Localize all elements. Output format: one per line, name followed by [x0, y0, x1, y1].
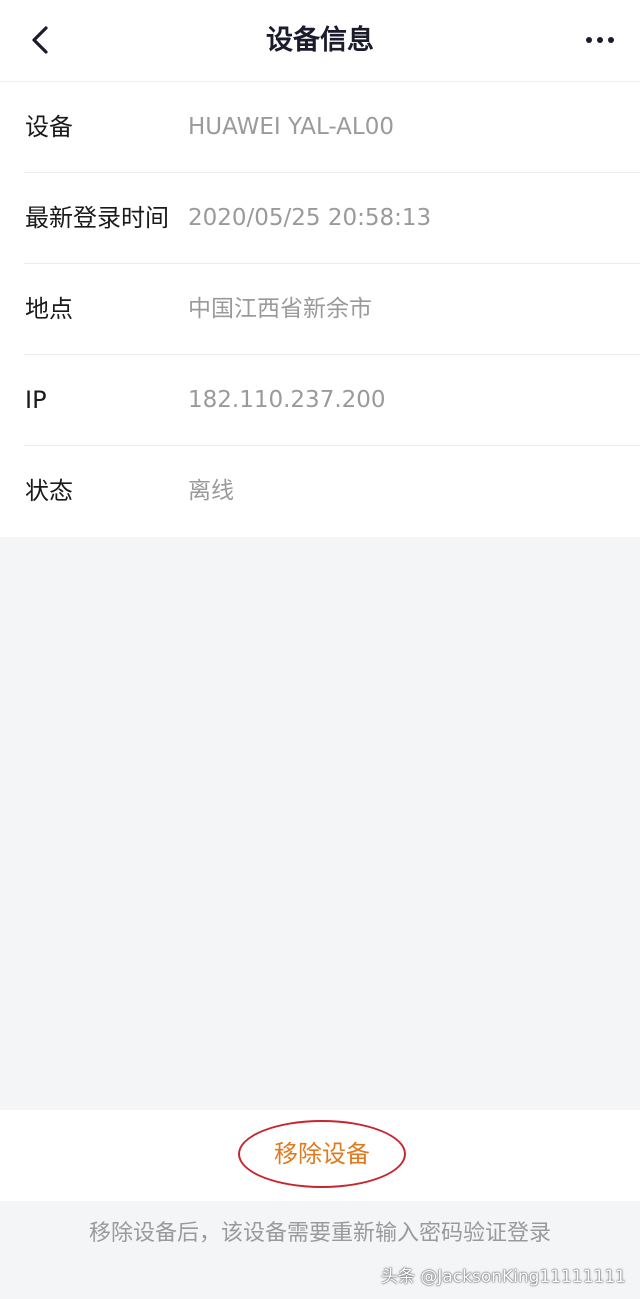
info-row-ip: IP 182.110.237.200 — [0, 355, 640, 446]
remove-device-button[interactable]: 移除设备 — [238, 1120, 406, 1188]
info-label: 设备 — [25, 113, 73, 141]
back-button[interactable] — [22, 20, 62, 60]
info-label: IP — [25, 386, 47, 414]
info-label: 最新登录时间 — [25, 204, 169, 232]
info-label: 状态 — [25, 477, 73, 505]
chevron-left-icon — [32, 26, 48, 54]
watermark: 头条 @JacksonKing11111111 — [380, 1267, 626, 1287]
top-nav-bar: 设备信息 — [0, 0, 640, 82]
info-value: 2020/05/25 20:58:13 — [188, 205, 432, 231]
info-value: 离线 — [188, 478, 234, 504]
more-options-button[interactable] — [580, 22, 620, 58]
info-value: 182.110.237.200 — [188, 387, 386, 413]
footer-note: 移除设备后，该设备需要重新输入密码验证登录 — [88, 1221, 551, 1246]
device-info-list: 设备 HUAWEI YAL-AL00 最新登录时间 2020/05/25 20:… — [0, 82, 640, 537]
action-bar: 移除设备 — [0, 1110, 640, 1201]
info-row-status: 状态 离线 — [0, 446, 640, 537]
more-horizontal-icon — [586, 37, 614, 43]
page-title: 设备信息 — [266, 25, 374, 56]
info-row-device: 设备 HUAWEI YAL-AL00 — [0, 82, 640, 173]
info-value: HUAWEI YAL-AL00 — [188, 114, 394, 140]
info-value: 中国江西省新余市 — [188, 296, 372, 322]
info-row-location: 地点 中国江西省新余市 — [0, 264, 640, 355]
info-row-last-login-time: 最新登录时间 2020/05/25 20:58:13 — [0, 173, 640, 264]
info-label: 地点 — [25, 295, 73, 323]
